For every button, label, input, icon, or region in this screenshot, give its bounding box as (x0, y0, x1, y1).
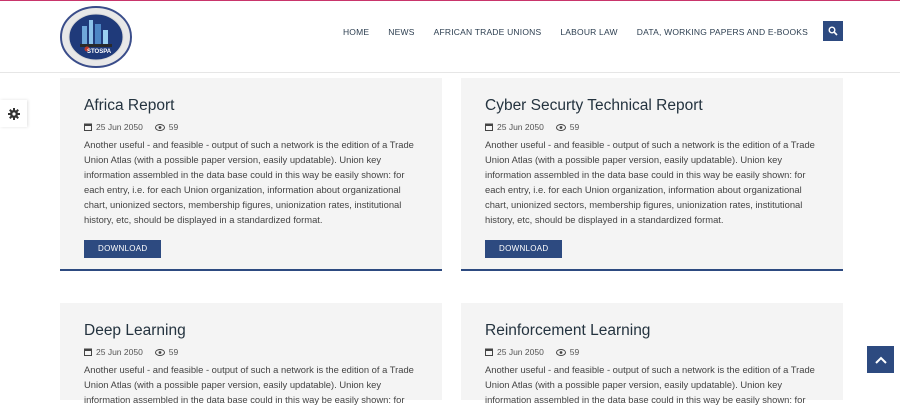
eye-icon (555, 123, 566, 131)
chevron-up-icon (874, 356, 887, 364)
eye-icon (154, 348, 165, 356)
card-views: 59 (168, 347, 179, 357)
main-nav: HOME NEWS AFRICAN TRADE UNIONS LABOUR LA… (324, 27, 808, 37)
card-date: 25 Jun 2050 (96, 122, 143, 132)
card-title[interactable]: Deep Learning (84, 321, 418, 341)
eye-icon (555, 348, 566, 356)
card-title[interactable]: Reinforcement Learning (485, 321, 819, 341)
card-date: 25 Jun 2050 (497, 347, 544, 357)
card-views: 59 (569, 347, 580, 357)
logo-text: STOSPA (87, 49, 112, 55)
card-body: Another useful - and feasible - output o… (84, 364, 414, 406)
nav-home[interactable]: HOME (343, 27, 369, 37)
card-meta: 25 Jun 2050 59 (485, 346, 819, 358)
gear-icon (7, 107, 20, 120)
settings-toggle[interactable] (0, 100, 27, 127)
card-title[interactable]: Africa Report (84, 96, 418, 116)
download-button[interactable]: DOWNLOAD (84, 239, 161, 258)
scroll-to-top-button[interactable] (867, 346, 894, 373)
card-title[interactable]: Cyber Securty Technical Report (485, 96, 819, 116)
card-meta: 25 Jun 2050 59 (84, 346, 418, 358)
card-body: Another useful - and feasible - output o… (84, 139, 414, 226)
nav-news[interactable]: NEWS (388, 27, 414, 37)
report-card: Reinforcement Learning 25 Jun 2050 59 An… (461, 303, 843, 405)
report-card: Cyber Securty Technical Report 25 Jun 20… (461, 78, 843, 271)
card-date: 25 Jun 2050 (497, 122, 544, 132)
site-header: STOSPA HOME NEWS AFRICAN TRADE UNIONS LA… (0, 1, 900, 73)
card-body: Another useful - and feasible - output o… (485, 139, 815, 226)
card-body: Another useful - and feasible - output o… (485, 364, 815, 406)
eye-icon (154, 123, 165, 131)
card-meta: 25 Jun 2050 59 (84, 121, 418, 133)
nav-labour-law[interactable]: LABOUR LAW (560, 27, 617, 37)
card-date: 25 Jun 2050 (96, 347, 143, 357)
site-logo[interactable]: STOSPA (60, 6, 132, 68)
search-icon (828, 26, 838, 36)
calendar-icon (84, 123, 92, 131)
card-views: 59 (569, 122, 580, 132)
download-button[interactable]: DOWNLOAD (485, 239, 562, 258)
search-button[interactable] (823, 21, 843, 41)
card-meta: 25 Jun 2050 59 (485, 121, 819, 133)
report-card: Africa Report 25 Jun 2050 59 Another use… (60, 78, 442, 271)
calendar-icon (485, 123, 493, 131)
nav-data-working-papers[interactable]: DATA, WORKING PAPERS AND E-BOOKS (637, 27, 808, 37)
calendar-icon (485, 348, 493, 356)
nav-african-trade-unions[interactable]: AFRICAN TRADE UNIONS (434, 27, 542, 37)
report-card: Deep Learning 25 Jun 2050 59 Another use… (60, 303, 442, 405)
card-views: 59 (168, 122, 179, 132)
calendar-icon (84, 348, 92, 356)
